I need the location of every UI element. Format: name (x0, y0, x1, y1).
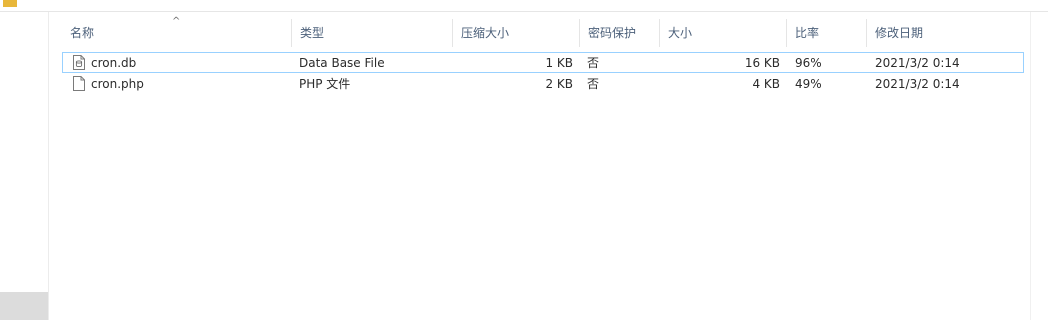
column-header-password[interactable]: 密码保护 (580, 19, 660, 47)
navigation-pane[interactable] (0, 12, 49, 320)
sort-ascending-icon: ^ (172, 16, 181, 27)
file-row[interactable]: cron.db Data Base File 1 KB 否 16 KB 96% … (62, 52, 1024, 73)
file-type: PHP 文件 (299, 77, 351, 91)
file-compressed-size: 1 KB (545, 56, 573, 70)
column-header-compressed-size-label: 压缩大小 (461, 26, 510, 40)
folder-icon (3, 0, 17, 7)
file-modified: 2021/3/2 0:14 (875, 77, 960, 91)
column-header-compressed-size[interactable]: 压缩大小 (453, 19, 580, 47)
file-type: Data Base File (299, 56, 385, 70)
column-header-password-label: 密码保护 (588, 26, 637, 40)
file-list: cron.db Data Base File 1 KB 否 16 KB 96% … (62, 52, 1030, 94)
file-size: 4 KB (752, 77, 780, 91)
file-password-protected: 否 (587, 77, 600, 91)
column-header-size[interactable]: 大小 (660, 19, 787, 47)
column-header-modified[interactable]: 修改日期 (867, 19, 1027, 47)
file-password-protected: 否 (587, 56, 600, 70)
column-header-type[interactable]: 类型 (292, 19, 453, 47)
file-ratio: 96% (795, 56, 822, 70)
navigation-pane-scroll-area[interactable] (0, 292, 48, 320)
column-header-type-label: 类型 (300, 26, 325, 40)
column-header-modified-label: 修改日期 (875, 26, 924, 40)
file-row[interactable]: cron.php PHP 文件 2 KB 否 4 KB 49% 2021/3/2… (62, 73, 1024, 94)
generic-file-icon (73, 76, 85, 91)
column-header-size-label: 大小 (668, 26, 693, 40)
zip-folder-window: ^ 名称 类型 压缩大小 密码保护 大小 比率 修改日期 cron.db Dat… (0, 0, 1048, 320)
column-header-ratio[interactable]: 比率 (787, 19, 867, 47)
column-header-name[interactable]: ^ 名称 (62, 16, 292, 47)
database-file-icon (73, 55, 85, 70)
column-header-ratio-label: 比率 (795, 26, 820, 40)
address-bar-strip (0, 0, 1048, 12)
file-compressed-size: 2 KB (545, 77, 573, 91)
pane-divider (1030, 12, 1031, 320)
file-ratio: 49% (795, 77, 822, 91)
column-header-name-label: 名称 (70, 26, 95, 40)
file-size: 16 KB (744, 56, 780, 70)
file-modified: 2021/3/2 0:14 (875, 56, 960, 70)
file-name[interactable]: cron.db (91, 53, 136, 74)
column-header-row: ^ 名称 类型 压缩大小 密码保护 大小 比率 修改日期 (62, 16, 1030, 47)
file-name[interactable]: cron.php (91, 74, 144, 95)
